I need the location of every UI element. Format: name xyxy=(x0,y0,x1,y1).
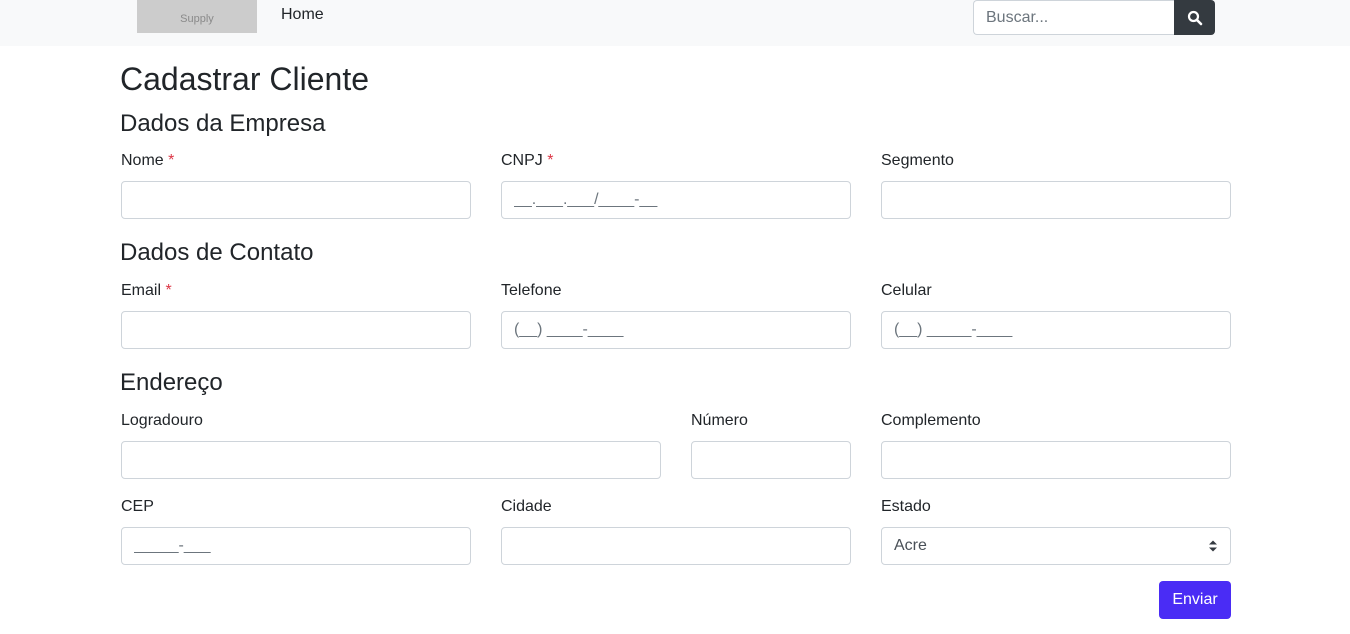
estado-select[interactable]: Acre xyxy=(881,527,1231,565)
celular-input[interactable] xyxy=(881,311,1231,349)
complemento-input[interactable] xyxy=(881,441,1231,479)
section-title-contato: Dados de Contato xyxy=(120,239,314,266)
navbar: Supply Home xyxy=(0,0,1350,46)
email-label: Email * xyxy=(121,281,172,301)
required-mark: * xyxy=(547,152,554,169)
cnpj-label-text: CNPJ xyxy=(501,152,543,169)
estado-label: Estado xyxy=(881,498,931,515)
estado-selected-value: Acre xyxy=(894,537,927,554)
logradouro-label: Logradouro xyxy=(121,412,203,429)
cnpj-label: CNPJ * xyxy=(501,151,553,171)
select-arrows-icon xyxy=(1209,540,1217,552)
nome-input[interactable] xyxy=(121,181,471,219)
nome-label: Nome * xyxy=(121,151,174,171)
cidade-label: Cidade xyxy=(501,498,552,515)
telefone-input[interactable] xyxy=(501,311,851,349)
section-title-endereco: Endereço xyxy=(120,369,223,396)
page-title: Cadastrar Cliente xyxy=(120,61,369,97)
search-icon xyxy=(1187,10,1202,25)
cep-input[interactable] xyxy=(121,527,471,565)
cep-label: CEP xyxy=(121,498,154,515)
submit-button[interactable]: Enviar xyxy=(1159,581,1231,619)
section-title-empresa: Dados da Empresa xyxy=(120,110,326,137)
cidade-input[interactable] xyxy=(501,527,851,565)
email-input[interactable] xyxy=(121,311,471,349)
celular-label: Celular xyxy=(881,282,932,299)
numero-label: Número xyxy=(691,412,748,429)
nome-label-text: Nome xyxy=(121,152,164,169)
cnpj-input[interactable] xyxy=(501,181,851,219)
numero-input[interactable] xyxy=(691,441,851,479)
nav-link-home[interactable]: Home xyxy=(281,6,324,24)
segmento-input[interactable] xyxy=(881,181,1231,219)
telefone-label: Telefone xyxy=(501,282,562,299)
complemento-label: Complemento xyxy=(881,412,981,429)
required-mark: * xyxy=(168,152,175,169)
segmento-label: Segmento xyxy=(881,152,954,169)
search-button[interactable] xyxy=(1174,0,1215,35)
logo-text: Supply xyxy=(180,12,214,25)
logradouro-input[interactable] xyxy=(121,441,661,479)
required-mark: * xyxy=(165,282,172,299)
email-label-text: Email xyxy=(121,282,162,299)
search-input[interactable] xyxy=(973,0,1174,35)
brand-logo[interactable]: Supply xyxy=(137,0,257,33)
